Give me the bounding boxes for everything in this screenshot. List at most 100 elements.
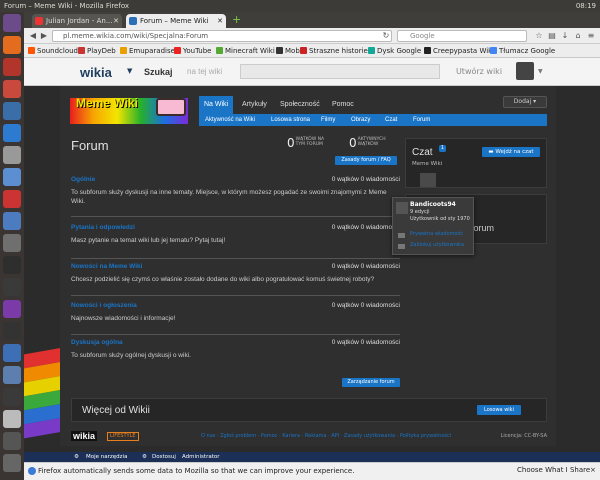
close-tab-icon[interactable]: ✕ [217, 14, 223, 28]
board-title-link[interactable]: Dyskusja ogólna [71, 339, 123, 346]
app-icon-16[interactable] [3, 410, 21, 428]
board-title-link[interactable]: Ogólnie [71, 176, 95, 183]
my-tools-link[interactable]: Moje narzędzia [86, 452, 127, 462]
subnav-losowa-strona[interactable]: Losowa strona [271, 114, 310, 126]
footer-wikia-logo[interactable]: wikia [71, 431, 98, 441]
app-icon-13[interactable] [3, 344, 21, 362]
reload-icon[interactable]: ↻ [381, 31, 391, 41]
back-icon[interactable]: ◀ [28, 31, 38, 41]
board-title-link[interactable]: Pytania i odpowiedzi [71, 224, 135, 231]
app-icon-8[interactable] [3, 212, 21, 230]
customize-link[interactable]: Dostosuj [152, 452, 176, 462]
youtube-icon [174, 47, 181, 54]
user-avatar[interactable] [516, 62, 534, 80]
app-icon-3[interactable] [3, 102, 21, 120]
app-icon-12[interactable] [3, 322, 21, 340]
bookmark-soundcloud[interactable]: Soundcloud [28, 44, 78, 58]
license-text: Licencja: CC-BY-SA [500, 433, 547, 439]
admin-link[interactable]: Administrator [182, 452, 220, 462]
app-icon-10[interactable] [3, 278, 21, 296]
enter-chat-button[interactable]: ▬ Wejdź na czat [482, 147, 540, 157]
subnav-czat[interactable]: Czat [385, 114, 397, 126]
star-icon[interactable]: ☆ [534, 31, 544, 41]
create-wiki-button[interactable]: Utwórz wiki [444, 64, 514, 79]
chevron-down-icon[interactable]: ▼ [127, 67, 132, 75]
enter-chat-label: Wejdź na czat [495, 149, 534, 155]
dash-icon[interactable] [3, 14, 21, 32]
chat-user-avatar[interactable] [420, 173, 436, 187]
bookmark-mob[interactable]: Mob [276, 44, 300, 58]
app-icon-7[interactable] [3, 190, 21, 208]
nav-na-wiki[interactable]: Na Wiki [199, 96, 234, 114]
app-icon-6[interactable] [3, 168, 21, 186]
minecraft-icon [216, 47, 223, 54]
home-icon[interactable]: ⌂ [573, 31, 583, 41]
app-icon-11[interactable] [3, 300, 21, 318]
wikia-logo[interactable]: wikia [80, 65, 112, 80]
popup-username[interactable]: Bandicoots94 [410, 201, 456, 208]
tab-julian-jordan[interactable]: Julian Jordan - An... ✕ [32, 14, 122, 28]
app-icon-17[interactable] [3, 432, 21, 450]
bookmark-tlumacz-google[interactable]: Tłumacz Google [490, 44, 555, 58]
bookmark-youtube[interactable]: YouTube [174, 44, 211, 58]
tab-forum-meme-wiki[interactable]: Forum – Meme Wiki ✕ [126, 14, 226, 28]
block-user-link[interactable]: Zablokuj użytkownika [410, 242, 464, 248]
more-from-wikia-module: Więcej od Wikii Losowa wiki [71, 398, 547, 422]
block-icon [398, 244, 405, 249]
app-icon-9[interactable] [3, 234, 21, 252]
download-icon[interactable]: ↓ [560, 31, 570, 41]
subnav-aktywnosc[interactable]: Aktywność na Wiki [205, 114, 255, 126]
nav-spolecznosc[interactable]: Społeczność [275, 96, 325, 114]
app-icon-15[interactable] [3, 388, 21, 406]
wikia-search-box[interactable] [240, 64, 440, 79]
app-icon-4[interactable] [3, 124, 21, 142]
nav-pomoc[interactable]: Pomoc [327, 96, 359, 114]
avatar-chevron-icon[interactable]: ▼ [538, 68, 543, 75]
popup-avatar[interactable] [396, 202, 408, 214]
nav-artykuly[interactable]: Artykuły [237, 96, 272, 114]
firefox-icon[interactable] [3, 36, 21, 54]
forward-icon[interactable]: ▶ [39, 31, 49, 41]
wiki-content-panel: Meme Wiki Na Wiki Artykuły Społeczność P… [60, 86, 556, 446]
subnav-obrazy[interactable]: Obrazy [351, 114, 370, 126]
choose-what-i-share-button[interactable]: Choose What I Share [517, 466, 590, 474]
manage-forum-button[interactable]: Zarządzanie forum [342, 378, 400, 387]
bookmark-dysk-google[interactable]: Dysk Google [368, 44, 421, 58]
threads-count: 0 [287, 136, 295, 150]
board-title-link[interactable]: Nowości i ogłoszenia [71, 302, 137, 309]
bookmark-label: Dysk Google [377, 47, 422, 55]
subnav-forum[interactable]: Forum [413, 114, 430, 126]
footer-links[interactable]: O nas · Zgłoś problem · Pomoc · Kariera … [201, 433, 451, 439]
youtube-favicon-icon [35, 17, 43, 25]
search-input[interactable]: Google [397, 30, 527, 42]
board-title-link[interactable]: Nowości na Meme Wiki [71, 263, 142, 270]
add-button[interactable]: Dodaj ▾ [503, 96, 547, 108]
app-icon-14[interactable] [3, 366, 21, 384]
new-tab-icon[interactable]: + [232, 14, 241, 26]
bookmark-minecraft-wiki[interactable]: Minecraft Wiki [216, 44, 275, 58]
google-translate-icon [490, 47, 497, 54]
app-icon-1[interactable] [3, 58, 21, 76]
bookmark-playdeb[interactable]: PlayDeb [78, 44, 116, 58]
wikia-search-input[interactable]: na tej wiki [187, 64, 253, 79]
bookmark-emuparadise[interactable]: Emuparadise [120, 44, 175, 58]
app-icon-2[interactable] [3, 80, 21, 98]
bookmark-creepypasta-wiki[interactable]: Creepypasta Wiki [424, 44, 494, 58]
bookmark-straszne-historie[interactable]: Straszne historie [300, 44, 368, 58]
close-tab-icon[interactable]: ✕ [113, 14, 119, 28]
menu-icon[interactable]: ≡ [586, 31, 596, 41]
window-title: Forum – Meme Wiki - Mozilla Firefox [4, 2, 130, 10]
close-notification-icon[interactable]: × [590, 466, 596, 474]
bookmarks-icon[interactable]: ▤ [547, 31, 557, 41]
google-drive-icon [368, 47, 375, 54]
private-message-link[interactable]: Prywatna wiadomość [410, 231, 463, 237]
url-input[interactable]: pl.meme.wikia.com/wiki/Specjalna:Forum [52, 30, 392, 42]
faq-button[interactable]: Zasady forum / FAQ [335, 156, 397, 165]
board-count: 0 wątków 0 wiadomości [331, 176, 400, 183]
trash-icon[interactable] [3, 454, 21, 472]
lifestyle-badge[interactable]: LIFESTYLE [107, 432, 139, 441]
terminal-icon[interactable] [3, 256, 21, 274]
random-wiki-button[interactable]: Losowa wiki [477, 405, 521, 415]
app-icon-5[interactable] [3, 146, 21, 164]
subnav-filmy[interactable]: Filmy [321, 114, 335, 126]
